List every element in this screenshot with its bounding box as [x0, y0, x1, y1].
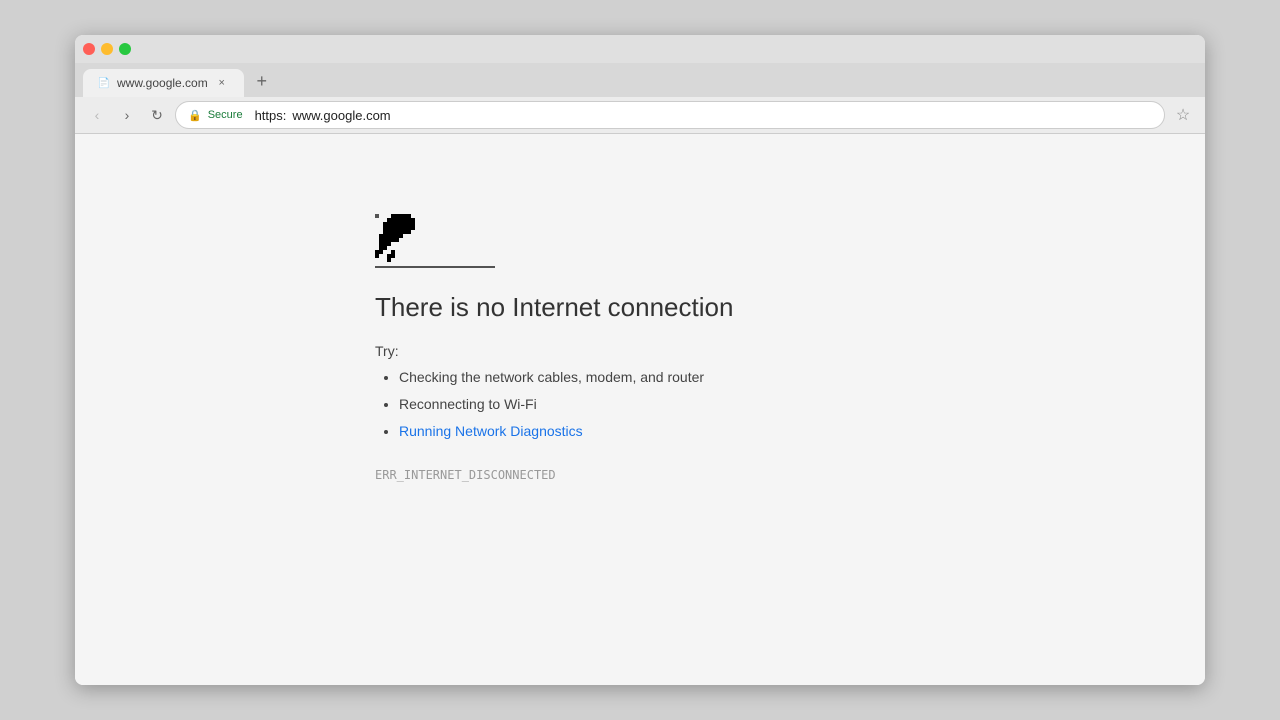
forward-icon: ›	[125, 107, 130, 123]
ground-line	[375, 266, 495, 268]
address-bar[interactable]: 🔒 Secure https: www.google.com	[175, 101, 1165, 129]
tab-title: www.google.com	[117, 76, 208, 90]
run-diagnostics-link[interactable]: Running Network Diagnostics	[399, 423, 583, 439]
dino-container	[375, 214, 495, 268]
error-page: There is no Internet connection Try: Che…	[75, 134, 1205, 685]
back-button[interactable]: ‹	[85, 103, 109, 127]
try-label: Try:	[375, 343, 399, 359]
browser-window: 📄 www.google.com × + ‹ › ↻ 🔒 Secure http…	[75, 35, 1205, 685]
dino-pixel-art	[375, 214, 379, 218]
url-host: www.google.com	[292, 108, 390, 123]
reload-button[interactable]: ↻	[145, 103, 169, 127]
back-icon: ‹	[95, 107, 100, 123]
list-item: Running Network Diagnostics	[399, 421, 704, 442]
bookmark-button[interactable]: ☆	[1171, 103, 1195, 127]
address-bar-area: ‹ › ↻ 🔒 Secure https: www.google.com ☆	[75, 97, 1205, 134]
bookmark-icon: ☆	[1176, 105, 1190, 125]
suggestion-wifi: Reconnecting to Wi-Fi	[399, 396, 537, 412]
secure-label: Secure	[208, 109, 243, 121]
error-code: ERR_INTERNET_DISCONNECTED	[375, 468, 556, 482]
title-bar	[75, 35, 1205, 63]
suggestion-cables: Checking the network cables, modem, and …	[399, 369, 704, 385]
dino-icon	[375, 214, 435, 264]
browser-tab[interactable]: 📄 www.google.com ×	[83, 69, 244, 97]
secure-icon: 🔒	[188, 109, 202, 122]
tab-bar: 📄 www.google.com × +	[75, 63, 1205, 97]
new-tab-icon: +	[256, 71, 267, 92]
tab-favicon-icon: 📄	[97, 76, 111, 90]
forward-button[interactable]: ›	[115, 103, 139, 127]
list-item: Checking the network cables, modem, and …	[399, 367, 704, 388]
minimize-window-button[interactable]	[101, 43, 113, 55]
error-title: There is no Internet connection	[375, 292, 733, 323]
suggestions-list: Checking the network cables, modem, and …	[375, 367, 704, 448]
list-item: Reconnecting to Wi-Fi	[399, 394, 704, 415]
url-prefix: https:	[255, 108, 287, 123]
reload-icon: ↻	[151, 107, 163, 124]
maximize-window-button[interactable]	[119, 43, 131, 55]
new-tab-button[interactable]: +	[248, 67, 276, 95]
close-window-button[interactable]	[83, 43, 95, 55]
close-tab-button[interactable]: ×	[214, 75, 230, 91]
window-controls	[83, 43, 131, 55]
